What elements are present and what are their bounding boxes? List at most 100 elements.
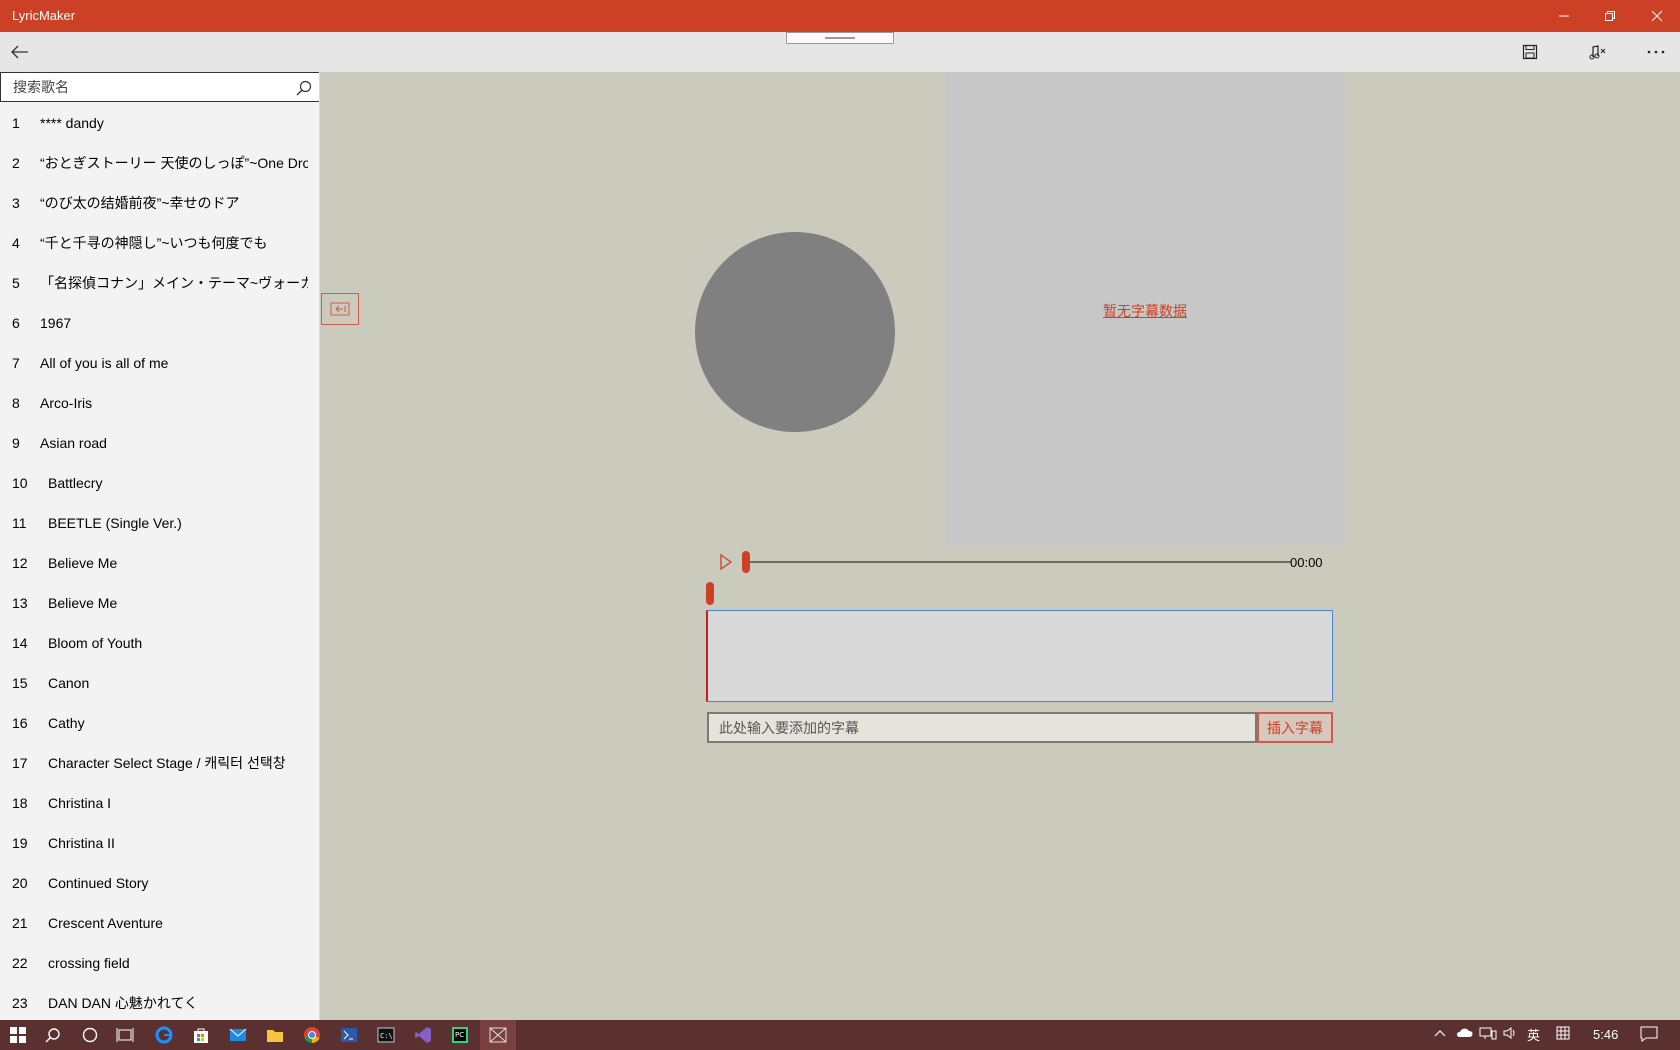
show-hidden-icons[interactable] [1434, 1026, 1446, 1041]
mail-icon [229, 1028, 247, 1041]
more-button[interactable] [1640, 36, 1672, 68]
save-button[interactable] [1514, 36, 1546, 68]
chevron-up-icon [1434, 1030, 1446, 1037]
cortana-icon [82, 1027, 98, 1043]
terminal-icon: C:\ [377, 1027, 395, 1043]
cmd-app[interactable]: C:\ [375, 1024, 397, 1046]
song-list-item[interactable]: 13 Believe Me [0, 583, 319, 623]
play-button[interactable] [716, 551, 736, 573]
song-sidebar: 1 **** dandy 2 “おとぎストーリー 天使のしっぽ”~One Dro 3 “の… [0, 72, 320, 1020]
song-number: 4 [12, 235, 20, 251]
timeline-thumb[interactable] [706, 582, 714, 605]
song-list-item[interactable]: 20 Continued Story [0, 863, 319, 903]
search-icon[interactable] [295, 79, 313, 97]
song-list-item[interactable]: 6 1967 [0, 303, 319, 343]
song-number: 23 [12, 995, 28, 1011]
song-title: Cathy [48, 715, 85, 731]
song-list-item[interactable]: 14 Bloom of Youth [0, 623, 319, 663]
ime-mode[interactable]: 英 [1527, 1025, 1540, 1044]
progress-track[interactable] [746, 561, 1291, 563]
minimize-icon [1559, 15, 1569, 17]
song-list-item[interactable]: 16 Cathy [0, 703, 319, 743]
song-number: 9 [12, 435, 20, 451]
progress-thumb[interactable] [742, 551, 750, 573]
song-number: 6 [12, 315, 20, 331]
search-taskbar-button[interactable] [42, 1024, 64, 1046]
svg-text:C:\: C:\ [380, 1032, 393, 1040]
song-number: 21 [12, 915, 28, 931]
song-list-item[interactable]: 21 Crescent Aventure [0, 903, 319, 943]
close-button[interactable] [1634, 0, 1680, 32]
task-view-button[interactable] [114, 1024, 136, 1046]
clock[interactable]: 5:46 [1593, 1027, 1618, 1042]
restore-icon [1605, 11, 1615, 21]
song-list-item[interactable]: 10 Battlecry [0, 463, 319, 503]
song-number: 1 [12, 115, 20, 131]
network-tray[interactable] [1479, 1026, 1497, 1043]
song-list-item[interactable]: 23 DAN DAN 心魅かれてく [0, 983, 319, 1020]
song-title: Believe Me [48, 595, 118, 611]
song-list-item[interactable]: 11 BEETLE (Single Ver.) [0, 503, 319, 543]
song-list-item[interactable]: 5 「名探偵コナン」メイン・テーマ~ヴォーカ [0, 263, 319, 303]
song-number: 14 [12, 635, 28, 651]
action-center-button[interactable] [1640, 1026, 1658, 1045]
ime-settings-tray[interactable] [1556, 1026, 1570, 1043]
drag-handle[interactable] [786, 32, 894, 44]
powershell-app[interactable] [338, 1024, 360, 1046]
time-label: 00:00 [1290, 555, 1323, 570]
insert-caption-button[interactable]: 插入字幕 [1257, 712, 1333, 743]
song-list-item[interactable]: 17 Character Select Stage / 캐릭터 선택창 [0, 743, 319, 783]
song-title: Arco-Iris [40, 395, 93, 411]
file-explorer-app[interactable] [264, 1024, 286, 1046]
store-app[interactable] [190, 1024, 212, 1046]
song-list-item[interactable]: 12 Believe Me [0, 543, 319, 583]
song-number: 8 [12, 395, 20, 411]
pycharm-app[interactable]: PC [449, 1024, 471, 1046]
song-list-item[interactable]: 19 Christina II [0, 823, 319, 863]
chrome-app[interactable] [301, 1024, 323, 1046]
song-list-item[interactable]: 4 “千と千寻の神隠し”~いつも何度でも [0, 223, 319, 263]
song-number: 5 [12, 275, 20, 291]
song-number: 22 [12, 955, 28, 971]
song-number: 3 [12, 195, 20, 211]
search-input[interactable] [1, 73, 286, 101]
edge-app[interactable] [153, 1024, 175, 1046]
start-button[interactable] [7, 1024, 29, 1046]
song-list-item[interactable]: 15 Canon [0, 663, 319, 703]
song-title: Character Select Stage / 캐릭터 선택창 [48, 755, 286, 771]
app-title: LyricMaker [12, 8, 76, 23]
song-title: **** dandy [40, 115, 104, 131]
play-icon [720, 553, 733, 571]
song-number: 16 [12, 715, 28, 731]
lyric-timeline[interactable] [706, 610, 1333, 702]
music-button[interactable] [1582, 36, 1614, 68]
song-list: 1 **** dandy 2 “おとぎストーリー 天使のしっぽ”~One Dro 3 “の… [0, 103, 319, 1020]
song-list-item[interactable]: 18 Christina I [0, 783, 319, 823]
song-title: Asian road [40, 435, 107, 451]
no-lyrics-link[interactable]: 暂无字幕数据 [945, 301, 1345, 321]
restore-button[interactable] [1587, 0, 1633, 32]
song-number: 10 [12, 475, 28, 491]
volume-tray[interactable] [1503, 1026, 1519, 1043]
toggle-sidebar-button[interactable] [321, 293, 359, 325]
cortana-button[interactable] [79, 1024, 101, 1046]
back-button[interactable] [6, 36, 34, 68]
cloud-icon [1456, 1028, 1473, 1037]
minimize-button[interactable] [1541, 0, 1587, 32]
song-list-item[interactable]: 1 **** dandy [0, 103, 319, 143]
song-title: “のび太の结婚前夜”~幸せのドア [40, 195, 240, 211]
song-list-item[interactable]: 22 crossing field [0, 943, 319, 983]
visual-studio-app[interactable] [412, 1024, 434, 1046]
grip-icon [825, 37, 855, 39]
lyric-panel: 暂无字幕数据 [945, 72, 1345, 545]
song-list-item[interactable]: 2 “おとぎストーリー 天使のしっぽ”~One Dro [0, 143, 319, 183]
song-list-item[interactable]: 8 Arco-Iris [0, 383, 319, 423]
lyricmaker-app[interactable] [487, 1024, 509, 1046]
song-list-item[interactable]: 9 Asian road [0, 423, 319, 463]
caption-input[interactable] [707, 712, 1257, 743]
onedrive-tray[interactable] [1455, 1026, 1473, 1041]
mail-app[interactable] [227, 1024, 249, 1046]
folder-icon [267, 1030, 283, 1042]
song-list-item[interactable]: 3 “のび太の结婚前夜”~幸せのドア [0, 183, 319, 223]
song-list-item[interactable]: 7 All of you is all of me [0, 343, 319, 383]
